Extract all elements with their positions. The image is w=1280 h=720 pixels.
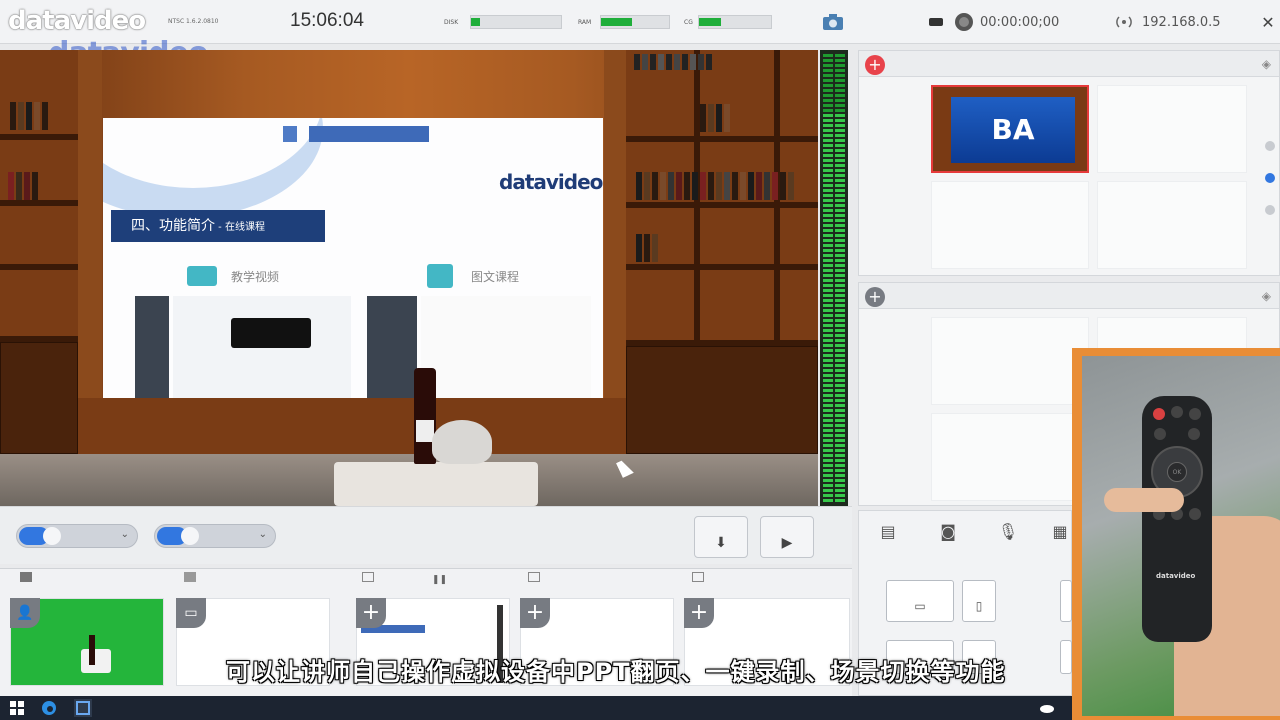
- audio-vu-meter: [820, 50, 848, 506]
- chevron-down-icon: ⌄: [258, 529, 267, 540]
- video-course-icon: [187, 266, 217, 286]
- close-icon[interactable]: ✕: [1258, 12, 1278, 32]
- control-3[interactable]: 🎙: [988, 522, 1028, 545]
- record-icon[interactable]: [954, 12, 974, 32]
- app-window: datavideo NTSC 1.6.2.0810 15:06:04 DISK …: [0, 0, 1280, 720]
- scene-thumb-active[interactable]: BA: [931, 85, 1089, 173]
- cg-meter: CG: [684, 15, 772, 29]
- add-scene-button-2[interactable]: +: [865, 287, 885, 307]
- camera-image: [231, 318, 311, 348]
- scene-thumb-3[interactable]: [931, 181, 1089, 269]
- add-source-button-5[interactable]: +: [684, 598, 714, 628]
- cloud-icon[interactable]: [1038, 699, 1056, 717]
- book-course-icon: [427, 264, 453, 288]
- chevron-down-icon: ⌄: [120, 529, 129, 540]
- layers-icon[interactable]: ◈: [1262, 57, 1271, 71]
- source-header-2: [184, 572, 196, 584]
- presentation-slide: datavideo 四、功能简介 - 在线课程 教学视频 图文课程: [103, 118, 603, 398]
- slide-brand: datavideo: [499, 170, 603, 194]
- disk-label: DISK: [444, 19, 459, 26]
- layers-icon[interactable]: ◈: [1262, 289, 1271, 303]
- import-button[interactable]: ▯: [962, 580, 996, 622]
- slide-course-left: 教学视频: [231, 270, 280, 284]
- source-header-5: [692, 572, 704, 584]
- remote-control: OK datavideo: [1142, 396, 1212, 642]
- video-subtitle: 可以让讲师自己操作虚拟设备中PPT翻页、一键录制、场景切换等功能: [226, 658, 1006, 686]
- open-folder-button[interactable]: ▭: [886, 580, 954, 622]
- microphone-icon: 🎙: [997, 522, 1019, 541]
- scene-group-1: + ◈ BA: [858, 50, 1280, 276]
- clock: 15:06:04: [290, 10, 364, 31]
- transition-select-1[interactable]: ⌄: [16, 524, 138, 548]
- disk-meter: DISK: [444, 15, 562, 29]
- transition-select-2[interactable]: ⌄: [154, 524, 276, 548]
- record-icon: ◙: [940, 522, 956, 541]
- monitor-icon: ▤: [880, 522, 896, 541]
- control-2[interactable]: ◙: [928, 522, 968, 545]
- elephant-statue: [432, 420, 492, 464]
- disk-fill: [471, 18, 480, 26]
- control-1[interactable]: ▤: [868, 522, 908, 545]
- ram-meter: RAM: [578, 15, 670, 29]
- pause-icon[interactable]: ❚❚: [432, 575, 447, 585]
- books: [10, 102, 50, 130]
- control-4[interactable]: ▦: [1048, 522, 1072, 545]
- transition-button-2[interactable]: ▶: [760, 516, 814, 558]
- ram-fill: [601, 18, 632, 26]
- network-icon: [1114, 14, 1134, 30]
- ram-label: RAM: [578, 19, 592, 26]
- scene-thumb-4[interactable]: [1097, 181, 1247, 269]
- user-icon[interactable]: 👤: [10, 598, 40, 628]
- record-timer: 00:00:00;00: [980, 15, 1060, 30]
- cg-fill: [699, 18, 721, 26]
- add-scene-button[interactable]: +: [865, 55, 885, 75]
- camera-icon[interactable]: [822, 12, 844, 32]
- monitor-icon[interactable]: ▭: [176, 598, 206, 628]
- slide-heading: 四、功能简介 - 在线课程: [111, 210, 325, 242]
- windows-taskbar: [0, 696, 1072, 720]
- add-source-button-4[interactable]: +: [520, 598, 550, 628]
- ip-address: 192.168.0.5: [1142, 15, 1221, 30]
- program-preview: datavideo 四、功能简介 - 在线课程 教学视频 图文课程: [0, 50, 818, 506]
- video-camera-icon: ▶: [781, 535, 793, 551]
- add-source-button-3[interactable]: +: [356, 598, 386, 628]
- source-header-3: ❚❚: [362, 572, 447, 585]
- version-label: NTSC 1.6.2.0810: [168, 18, 219, 25]
- scene-thumb-2[interactable]: [1097, 85, 1247, 173]
- cg-label: CG: [684, 19, 693, 26]
- windows-start-icon[interactable]: [8, 699, 26, 717]
- source-header-4: [528, 572, 540, 584]
- file-icon: ▯: [975, 599, 983, 613]
- app-taskbar-icon[interactable]: [74, 699, 92, 717]
- slide-course-right: 图文课程: [471, 270, 520, 284]
- source-header-1: [20, 572, 32, 584]
- power-button-icon: [1153, 408, 1165, 420]
- round-table: [334, 462, 538, 506]
- scroll-indicator-active[interactable]: [1265, 173, 1275, 183]
- datavideo-logo: datavideo: [8, 6, 146, 36]
- edge-browser-icon[interactable]: [40, 699, 58, 717]
- transition-button-1[interactable]: ⬇: [694, 516, 748, 558]
- download-icon: ⬇: [715, 535, 727, 551]
- remote-brand: datavideo: [1156, 572, 1196, 580]
- folder-icon: ▭: [914, 599, 926, 613]
- remote-control-video: OK datavideo: [1082, 356, 1280, 716]
- hdd-icon: [928, 15, 944, 29]
